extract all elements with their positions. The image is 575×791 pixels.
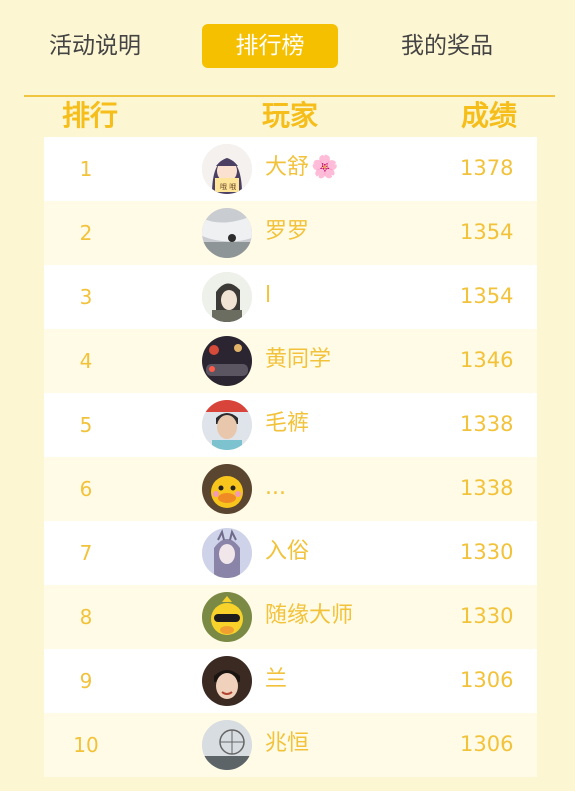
rank-cell: 1 bbox=[79, 157, 93, 181]
player-name: 罗罗 bbox=[265, 219, 310, 244]
score-cell: 1378 bbox=[460, 156, 514, 180]
table-row[interactable]: 10 兆恒 1306 bbox=[44, 713, 537, 777]
rank-cell: 3 bbox=[79, 285, 93, 309]
table-row[interactable]: 5 毛裤 1338 bbox=[44, 393, 537, 457]
player-name: 毛裤 bbox=[265, 411, 310, 436]
rank-cell: 9 bbox=[79, 669, 93, 693]
player-name: 大舒🌸 bbox=[265, 155, 339, 180]
tab-activity-description[interactable]: 活动说明 bbox=[36, 24, 154, 68]
table-row[interactable]: 9 兰 1306 bbox=[44, 649, 537, 713]
player-name: l bbox=[265, 283, 272, 308]
table-header: 排行 玩家 成绩 bbox=[0, 96, 575, 136]
ferris-wheel-avatar[interactable] bbox=[202, 720, 252, 770]
fantasy-girl-avatar[interactable] bbox=[202, 528, 252, 578]
waterfall-photo-avatar[interactable] bbox=[202, 208, 252, 258]
rank-cell: 6 bbox=[79, 477, 93, 501]
anime-boy-avatar[interactable] bbox=[202, 272, 252, 322]
player-name: 黄同学 bbox=[265, 347, 332, 372]
header-player: 玩家 bbox=[262, 99, 319, 132]
player-name: 随缘大师 bbox=[265, 603, 354, 628]
boy-photo-avatar[interactable] bbox=[202, 656, 252, 706]
player-name: ... bbox=[265, 475, 286, 500]
score-cell: 1338 bbox=[460, 476, 514, 500]
tab-leaderboard[interactable]: 排行榜 bbox=[202, 24, 338, 68]
rank-cell: 7 bbox=[79, 541, 93, 565]
score-cell: 1354 bbox=[460, 220, 514, 244]
header-rank: 排行 bbox=[62, 99, 119, 132]
leaderboard-list: 1 哦 哦 大舒🌸 1378 2 罗罗 1354 3 l 1354 4 黄同学 … bbox=[44, 137, 537, 777]
table-row[interactable]: 8 随缘大师 1330 bbox=[44, 585, 537, 649]
table-row[interactable]: 1 哦 哦 大舒🌸 1378 bbox=[44, 137, 537, 201]
svg-text:哦 哦: 哦 哦 bbox=[220, 182, 236, 191]
score-cell: 1354 bbox=[460, 284, 514, 308]
player-name: 兰 bbox=[265, 667, 288, 692]
rank-cell: 4 bbox=[79, 349, 93, 373]
header-score: 成绩 bbox=[461, 99, 518, 132]
rank-cell: 8 bbox=[79, 605, 93, 629]
night-car-avatar[interactable] bbox=[202, 336, 252, 386]
tab-bar: 活动说明 排行榜 我的奖品 bbox=[0, 0, 575, 96]
rank-cell: 10 bbox=[73, 733, 99, 757]
cartoon-girl-avatar[interactable]: 哦 哦 bbox=[202, 144, 252, 194]
rank-cell: 5 bbox=[79, 413, 93, 437]
player-name: 入俗 bbox=[265, 539, 310, 564]
table-row[interactable]: 4 黄同学 1346 bbox=[44, 329, 537, 393]
table-row[interactable]: 6 ... 1338 bbox=[44, 457, 537, 521]
rank-cell: 2 bbox=[79, 221, 93, 245]
yellow-duck-avatar[interactable] bbox=[202, 464, 252, 514]
table-row[interactable]: 3 l 1354 bbox=[44, 265, 537, 329]
score-cell: 1346 bbox=[460, 348, 514, 372]
score-cell: 1330 bbox=[460, 604, 514, 628]
table-row[interactable]: 2 罗罗 1354 bbox=[44, 201, 537, 265]
score-cell: 1306 bbox=[460, 732, 514, 756]
player-name: 兆恒 bbox=[265, 731, 310, 756]
table-row[interactable]: 7 入俗 1330 bbox=[44, 521, 537, 585]
young-man-avatar[interactable] bbox=[202, 400, 252, 450]
cartoon-duck-glasses-avatar[interactable] bbox=[202, 592, 252, 642]
score-cell: 1338 bbox=[460, 412, 514, 436]
tab-my-prizes[interactable]: 我的奖品 bbox=[388, 24, 506, 68]
flower-icon: 🌸 bbox=[311, 155, 339, 180]
score-cell: 1330 bbox=[460, 540, 514, 564]
score-cell: 1306 bbox=[460, 668, 514, 692]
